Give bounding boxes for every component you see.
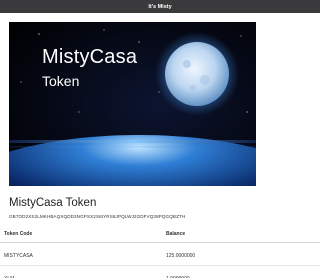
table-row[interactable]: XLM 1.9999900 [0, 266, 320, 278]
app-title: It's Misty [148, 3, 172, 10]
token-address: GB7OD2XS2LMKHBAQXQDD3NGPSX2S6IYRS6JPQLWJ… [9, 214, 186, 219]
banner-subtitle: Token [42, 73, 80, 89]
balance-cell: 1.9999900 [162, 266, 320, 278]
banner-title: MistyCasa [42, 46, 138, 68]
token-name-heading: MistyCasa Token [9, 197, 97, 209]
app-header: It's Misty [0, 0, 320, 13]
token-code-cell: XLM [0, 266, 162, 278]
column-header-balance: Balance [162, 226, 320, 243]
token-banner-image: MistyCasa Token [9, 22, 256, 186]
column-header-token-code: Token Code [0, 226, 162, 243]
token-code-cell: MISTYCASA [0, 242, 162, 266]
balance-cell: 125.0000000 [162, 242, 320, 266]
table-header-row: Token Code Balance [0, 226, 320, 243]
table-row[interactable]: MISTYCASA 125.0000000 [0, 242, 320, 266]
token-balances-table: Token Code Balance MISTYCASA 125.0000000… [0, 226, 320, 278]
